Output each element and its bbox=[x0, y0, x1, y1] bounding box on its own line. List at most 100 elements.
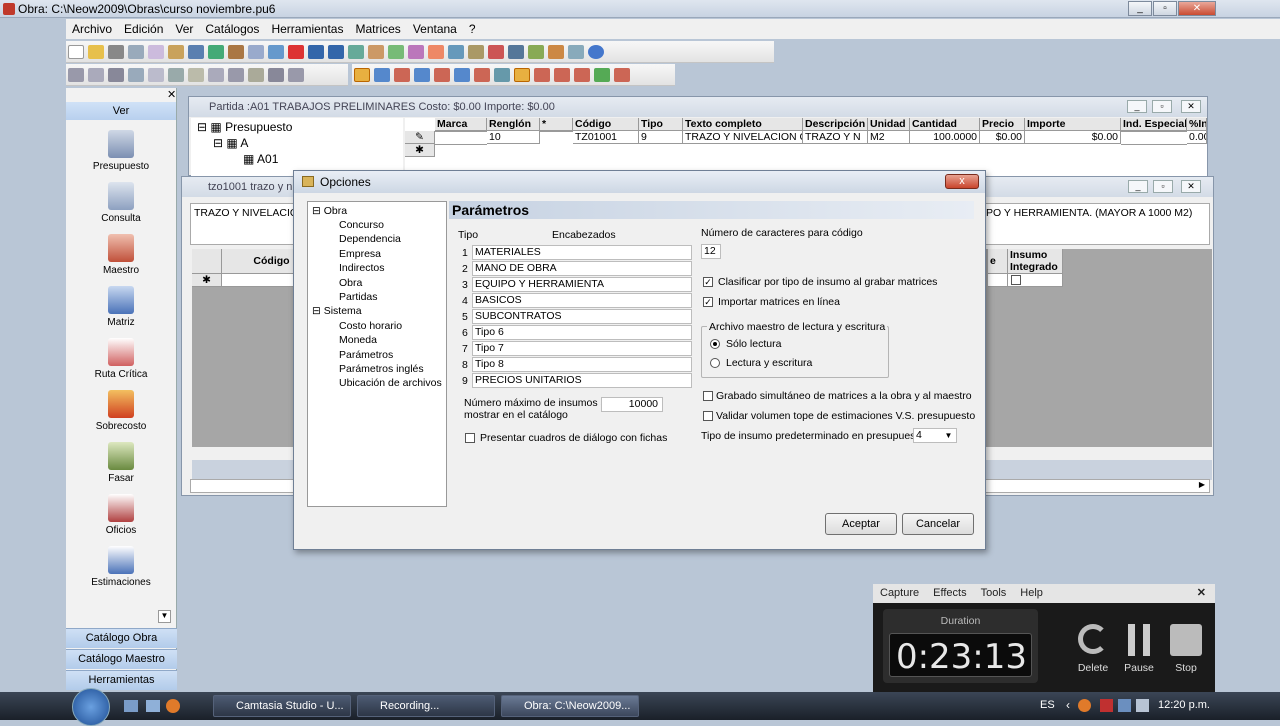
tree-moneda[interactable]: Moneda bbox=[339, 334, 377, 346]
stop-control[interactable]: Stop bbox=[1164, 624, 1208, 674]
open-icon[interactable] bbox=[88, 45, 104, 59]
tool-h-icon[interactable] bbox=[508, 45, 524, 59]
col-header-marca[interactable]: Marca bbox=[435, 118, 487, 131]
tipo-field-6[interactable]: Tipo 6 bbox=[472, 325, 692, 340]
tool-p-icon[interactable] bbox=[148, 68, 164, 82]
nav-consulta[interactable]: Consulta bbox=[66, 182, 176, 224]
col-header-descripcion[interactable]: Descripción bbox=[803, 118, 868, 131]
matriz-new-row-selector[interactable]: ✱ bbox=[192, 274, 222, 287]
tray-expand-icon[interactable]: ‹ bbox=[1066, 698, 1070, 712]
tree-parametros-ingles[interactable]: Parámetros inglés bbox=[339, 363, 424, 375]
cam-close-icon[interactable]: ✕ bbox=[1197, 584, 1206, 603]
start-button[interactable] bbox=[72, 688, 110, 726]
tipo-field-9[interactable]: PRECIOS UNITARIOS bbox=[472, 373, 692, 388]
row-star[interactable] bbox=[540, 131, 573, 132]
col-header-tipo[interactable]: Tipo bbox=[639, 118, 683, 131]
col-header-renglon[interactable]: Renglón bbox=[487, 118, 540, 131]
scroll-right-icon[interactable]: ▶ bbox=[1196, 480, 1208, 492]
tree-partidas[interactable]: Partidas bbox=[339, 291, 378, 303]
matriz-new-row-e[interactable] bbox=[988, 274, 1008, 287]
matrix-tool-10-icon[interactable] bbox=[534, 68, 550, 82]
solo-lectura-radio[interactable] bbox=[710, 339, 720, 349]
last-icon[interactable] bbox=[328, 45, 344, 59]
row-tipo[interactable]: 9 bbox=[639, 131, 683, 144]
grabado-checkbox[interactable] bbox=[703, 391, 713, 401]
herramientas-button[interactable]: Herramientas bbox=[66, 670, 177, 690]
tipo-field-2[interactable]: MANO DE OBRA bbox=[472, 261, 692, 276]
tool-d-icon[interactable] bbox=[428, 45, 444, 59]
check-icon[interactable] bbox=[388, 45, 404, 59]
row-ind-especial[interactable] bbox=[1121, 131, 1187, 132]
row-marca[interactable] bbox=[435, 131, 487, 132]
tree-obra[interactable]: ⊟ Obra bbox=[312, 205, 347, 217]
find-next-icon[interactable] bbox=[268, 45, 284, 59]
tree-obra-item[interactable]: Obra bbox=[339, 277, 362, 289]
menu-matrices[interactable]: Matrices bbox=[349, 19, 406, 36]
panel-close-icon[interactable]: ✕ bbox=[167, 88, 176, 101]
tipo-field-3[interactable]: EQUIPO Y HERRAMIENTA bbox=[472, 277, 692, 292]
importar-checkbox[interactable]: ✓ bbox=[703, 297, 713, 307]
col-header-cantidad[interactable]: Cantidad bbox=[910, 118, 980, 131]
tool-t-icon[interactable] bbox=[228, 68, 244, 82]
clock[interactable]: 12:20 p.m. bbox=[1158, 699, 1210, 711]
matrix-tool-1-icon[interactable] bbox=[354, 68, 370, 82]
num-caracteres-input[interactable]: 12 bbox=[701, 244, 721, 259]
first-icon[interactable] bbox=[308, 45, 324, 59]
delete-icon[interactable] bbox=[288, 45, 304, 59]
tree-a01[interactable]: ▦ A01 bbox=[243, 152, 278, 166]
nav-oficios[interactable]: Oficios bbox=[66, 494, 176, 536]
matriz-maximize-button[interactable]: ▫ bbox=[1153, 180, 1173, 193]
col-header-texto[interactable]: Texto completo bbox=[683, 118, 803, 131]
copy-icon[interactable] bbox=[148, 45, 164, 59]
aceptar-button[interactable]: Aceptar bbox=[825, 513, 897, 535]
new-row-ind-especial[interactable] bbox=[1121, 144, 1187, 145]
col-header-unidad[interactable]: Unidad bbox=[868, 118, 910, 131]
nav-matriz[interactable]: Matriz bbox=[66, 286, 176, 328]
tree-a[interactable]: ⊟ ▦ A bbox=[213, 136, 248, 150]
tool-e-icon[interactable] bbox=[448, 45, 464, 59]
language-indicator[interactable]: ES bbox=[1040, 699, 1055, 711]
matrix-tool-2-icon[interactable] bbox=[374, 68, 390, 82]
partida-maximize-button[interactable]: ▫ bbox=[1152, 100, 1172, 113]
clasificar-checkbox[interactable]: ✓ bbox=[703, 277, 713, 287]
matrix-tool-12-icon[interactable] bbox=[574, 68, 590, 82]
tool-k-icon[interactable] bbox=[568, 45, 584, 59]
menu-herramientas[interactable]: Herramientas bbox=[265, 19, 349, 36]
tray-icon-2[interactable] bbox=[1100, 699, 1113, 712]
tipo-field-4[interactable]: BASICOS bbox=[472, 293, 692, 308]
matrix-tool-14-icon[interactable] bbox=[614, 68, 630, 82]
catalogo-maestro-button[interactable]: Catálogo Maestro bbox=[66, 649, 177, 669]
new-icon[interactable] bbox=[68, 45, 84, 59]
tool-i-icon[interactable] bbox=[528, 45, 544, 59]
partida-close-button[interactable]: ✕ bbox=[1181, 100, 1201, 113]
sort-desc-icon[interactable] bbox=[228, 45, 244, 59]
row-texto[interactable]: TRAZO Y NIVELACION CC bbox=[683, 131, 803, 144]
matriz-col-header-insumo[interactable]: Insumo Integrado bbox=[1008, 249, 1063, 274]
task-recording[interactable]: Recording... bbox=[357, 695, 495, 717]
cam-menu-help[interactable]: Help bbox=[1020, 587, 1043, 599]
tool-q-icon[interactable] bbox=[168, 68, 184, 82]
col-header-precio[interactable]: Precio bbox=[980, 118, 1025, 131]
row-selector-edit-icon[interactable]: ✎ bbox=[405, 131, 435, 144]
matrix-tool-11-icon[interactable] bbox=[554, 68, 570, 82]
tool-b-icon[interactable] bbox=[368, 45, 384, 59]
show-desktop-icon[interactable] bbox=[124, 700, 138, 712]
cut-icon[interactable] bbox=[128, 45, 144, 59]
nav-maestro[interactable]: Maestro bbox=[66, 234, 176, 276]
tool-v-icon[interactable] bbox=[268, 68, 284, 82]
tool-j-icon[interactable] bbox=[548, 45, 564, 59]
nav-fasar[interactable]: Fasar bbox=[66, 442, 176, 484]
menu-ver[interactable]: Ver bbox=[169, 19, 199, 36]
matriz-new-row-insumo[interactable] bbox=[1008, 274, 1063, 287]
col-header-pin[interactable]: %In bbox=[1187, 118, 1207, 131]
cam-menu-capture[interactable]: Capture bbox=[880, 587, 919, 599]
nav-ruta-critica[interactable]: Ruta Crítica bbox=[66, 338, 176, 380]
dropdown-arrow-icon[interactable]: ▼ bbox=[942, 429, 955, 442]
matrix-tool-6-icon[interactable] bbox=[454, 68, 470, 82]
menu-ventana[interactable]: Ventana bbox=[407, 19, 463, 36]
paste-icon[interactable] bbox=[168, 45, 184, 59]
row-descripcion[interactable]: TRAZO Y N bbox=[803, 131, 868, 144]
matrix-tool-7-icon[interactable] bbox=[474, 68, 490, 82]
new-row-marca[interactable] bbox=[435, 144, 487, 145]
tree-dependencia[interactable]: Dependencia bbox=[339, 233, 401, 245]
